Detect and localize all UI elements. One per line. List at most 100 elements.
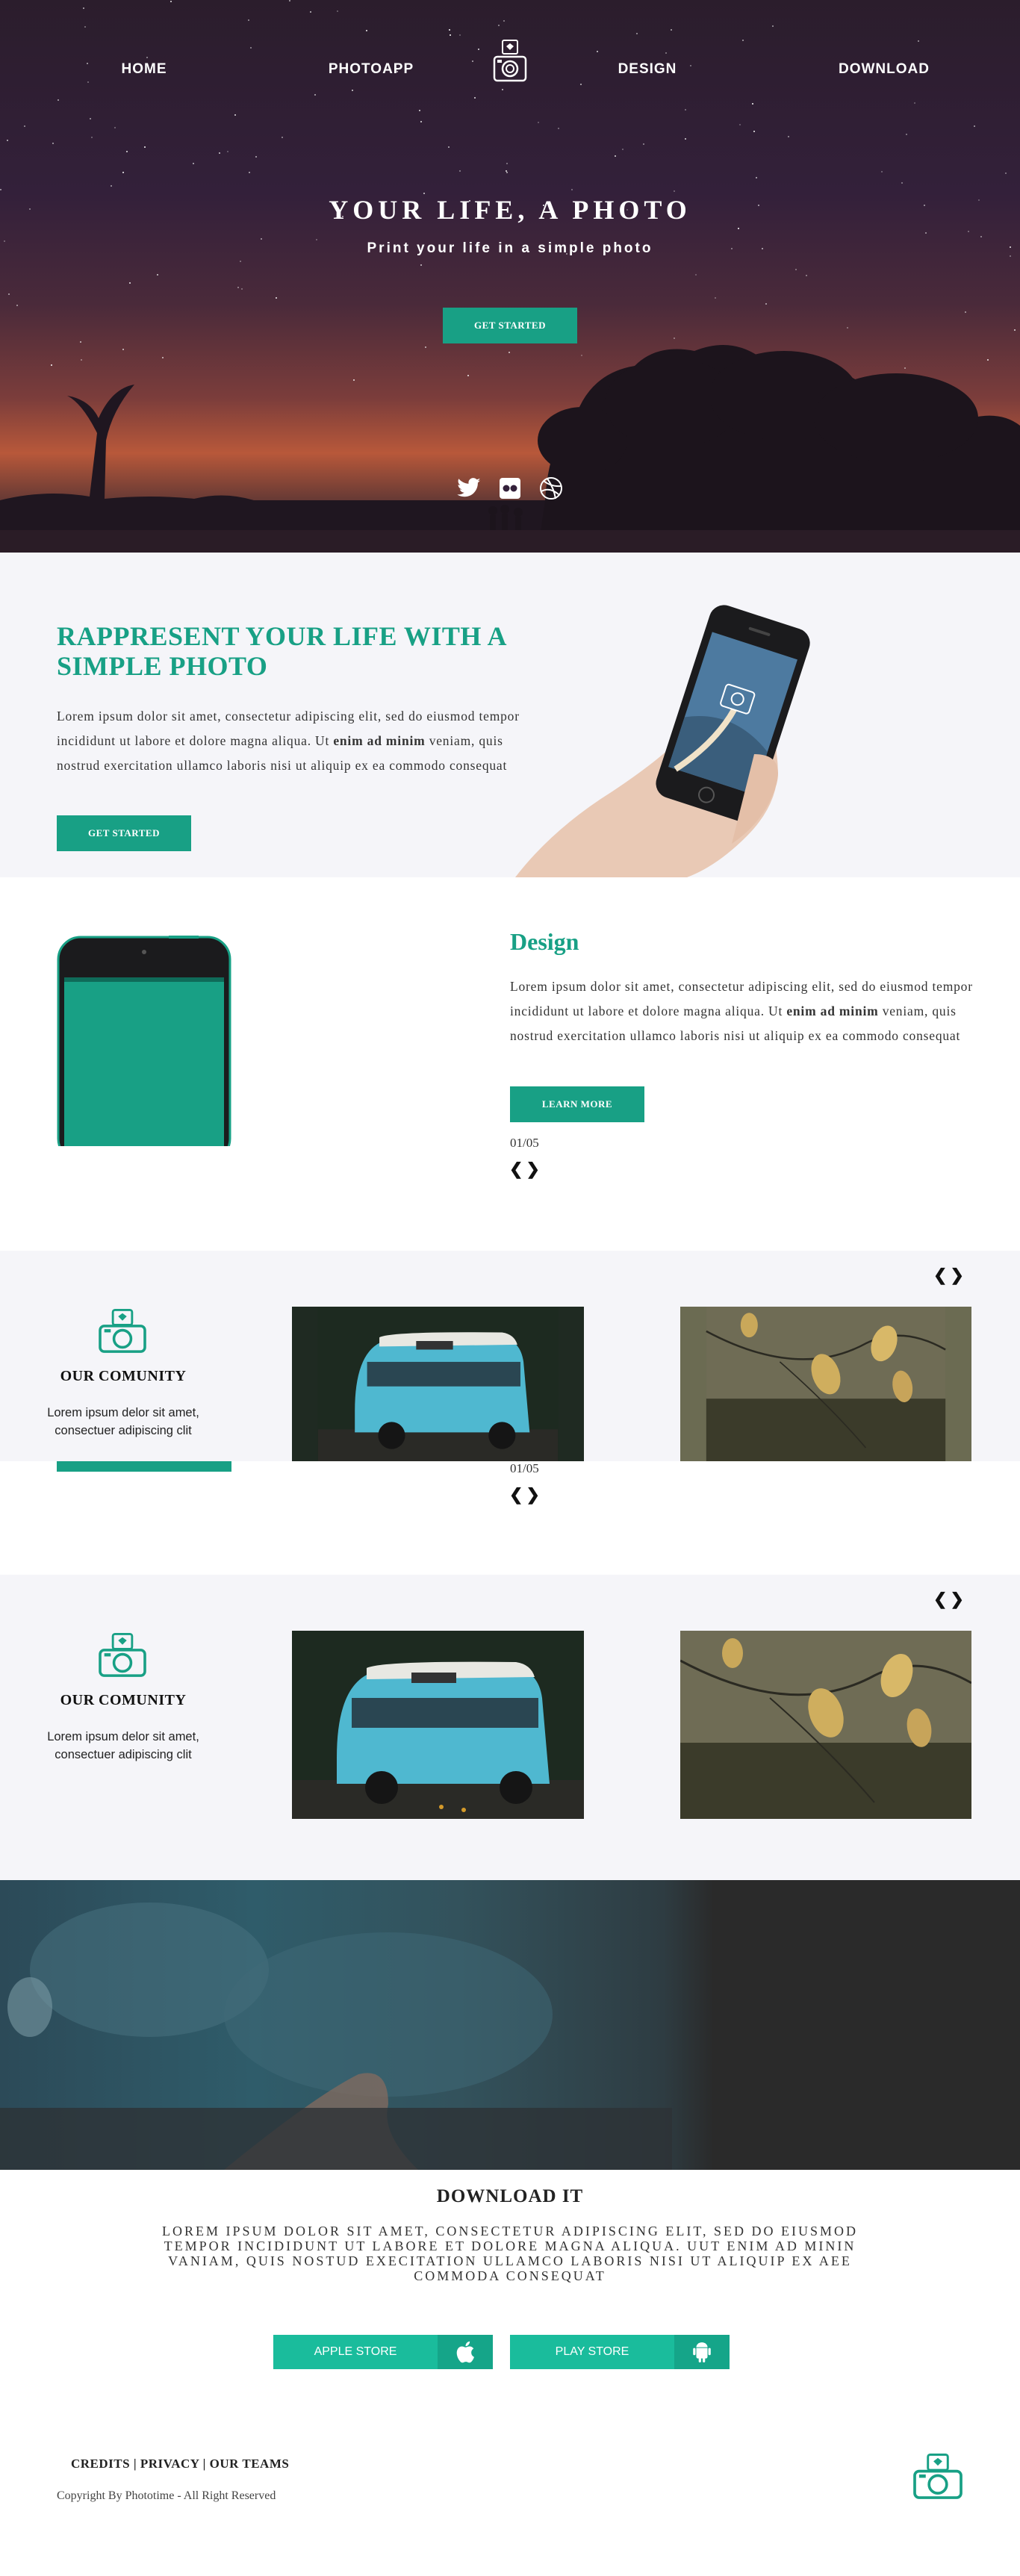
logo-camera-icon[interactable] [493, 39, 527, 85]
represent-text: Lorem ipsum dolor sit amet, consectetur … [57, 704, 520, 778]
community-text: Lorem ipsum delor sit amet, consectuer a… [47, 1730, 199, 1761]
play-store-button[interactable]: PLAY STORE [510, 2335, 730, 2369]
star [310, 11, 311, 13]
footer-credits-link[interactable]: CREDITS [71, 2457, 130, 2471]
chevron-left-icon[interactable]: ❮ [509, 1160, 526, 1178]
represent-get-started-button[interactable]: GET STARTED [57, 815, 191, 851]
star [695, 274, 697, 276]
chevron-left-icon[interactable]: ❮ [509, 1485, 526, 1504]
chevron-right-icon[interactable]: ❯ [526, 1485, 542, 1504]
star [765, 303, 767, 305]
star [636, 33, 638, 34]
star [571, 189, 573, 190]
android-icon [674, 2335, 730, 2369]
star [57, 99, 59, 101]
star [83, 7, 84, 9]
represent-title: RAPPRESENT YOUR LIFE WITH A SIMPLE PHOTO [57, 621, 506, 681]
star [459, 34, 461, 36]
star [276, 297, 277, 299]
represent-text-bold: enim ad minim [333, 733, 426, 748]
star [506, 172, 508, 173]
play-store-label: PLAY STORE [510, 2335, 674, 2369]
star [753, 131, 755, 132]
twitter-icon[interactable] [455, 475, 482, 502]
star [227, 151, 228, 152]
star [665, 52, 667, 54]
star [255, 156, 257, 158]
slide-arrows: ❮❯ [509, 1160, 543, 1179]
star [715, 297, 716, 299]
star [450, 34, 451, 36]
star [643, 143, 644, 145]
learn-more-button[interactable]: LEARN MORE [510, 1086, 644, 1122]
hand-phone-image [515, 605, 810, 877]
van-photo[interactable] [292, 1631, 584, 1819]
chevron-left-icon[interactable]: ❮ [933, 1590, 950, 1608]
star [420, 121, 422, 122]
represent-section: RAPPRESENT YOUR LIFE WITH A SIMPLE PHOTO… [0, 553, 1020, 877]
hero-get-started-button[interactable]: GET STARTED [443, 308, 577, 343]
chevron-left-icon[interactable]: ❮ [933, 1266, 950, 1284]
download-text: Lorem ipsum dolor sit amet, consectetur … [161, 2224, 859, 2283]
star [111, 185, 112, 187]
star [925, 232, 927, 234]
slide-arrows-duplicate: ❮❯ [509, 1485, 543, 1505]
star [968, 231, 969, 232]
footer-teams-link[interactable]: OUR TEAMS [210, 2457, 290, 2471]
star [756, 177, 757, 178]
star [250, 47, 252, 49]
star [114, 127, 116, 128]
star [126, 151, 128, 152]
star [240, 261, 241, 262]
star [448, 146, 450, 148]
star [237, 287, 239, 288]
community-camera-icon [99, 1309, 146, 1353]
chevron-right-icon[interactable]: ❯ [950, 1266, 966, 1284]
star [314, 94, 316, 96]
phone-remnant [57, 1461, 231, 1472]
nav-home[interactable]: HOME [69, 61, 219, 78]
star [52, 143, 54, 144]
star [980, 236, 982, 237]
hero-subtitle: Print your life in a simple photo [367, 240, 653, 256]
leaves-photo[interactable] [680, 1631, 971, 1819]
nav-photoapp[interactable]: PHOTOAPP [296, 61, 446, 78]
footer-privacy-link[interactable]: PRIVACY [140, 2457, 199, 2471]
community-arrows: ❮❯ [933, 1590, 967, 1609]
chevron-right-icon[interactable]: ❯ [526, 1160, 542, 1178]
star [352, 90, 353, 91]
star [558, 128, 559, 129]
footer: CREDITS | PRIVACY | OUR TEAMS Copyright … [0, 2397, 1020, 2576]
apple-store-label: APPLE STORE [273, 2335, 438, 2369]
community-section-overlap: ❮❯ OUR COMUNITY Lorem ipsum delor sit am… [0, 1251, 1020, 1461]
star [459, 170, 461, 172]
star [144, 146, 146, 148]
star [248, 19, 249, 21]
star [806, 275, 807, 276]
star [738, 228, 739, 229]
star [419, 110, 420, 111]
apple-icon [438, 2335, 493, 2369]
slide-counter: 01/05 [510, 1136, 539, 1150]
star [478, 49, 479, 50]
star [472, 60, 473, 62]
design-text: Lorem ipsum dolor sit amet, consectetur … [510, 974, 973, 1048]
hero-title: YOUR LIFE, A PHOTO [329, 195, 691, 225]
star [580, 84, 582, 85]
apple-store-button[interactable]: APPLE STORE [273, 2335, 493, 2369]
nav-download[interactable]: DOWNLOAD [809, 61, 959, 78]
star [241, 288, 243, 290]
star [914, 102, 915, 104]
dribbble-icon[interactable] [538, 475, 565, 502]
flickr-icon[interactable] [497, 475, 523, 502]
nav-design[interactable]: DESIGN [573, 61, 722, 78]
design-text-bold: enim ad minim [786, 1004, 879, 1018]
star [7, 140, 8, 141]
chevron-right-icon[interactable]: ❯ [950, 1590, 966, 1608]
van-photo[interactable] [292, 1307, 584, 1461]
star [129, 282, 131, 284]
download-title: DOWNLOAD IT [436, 2186, 584, 2206]
star [234, 114, 236, 116]
star [8, 293, 10, 295]
leaves-photo[interactable] [680, 1307, 971, 1461]
